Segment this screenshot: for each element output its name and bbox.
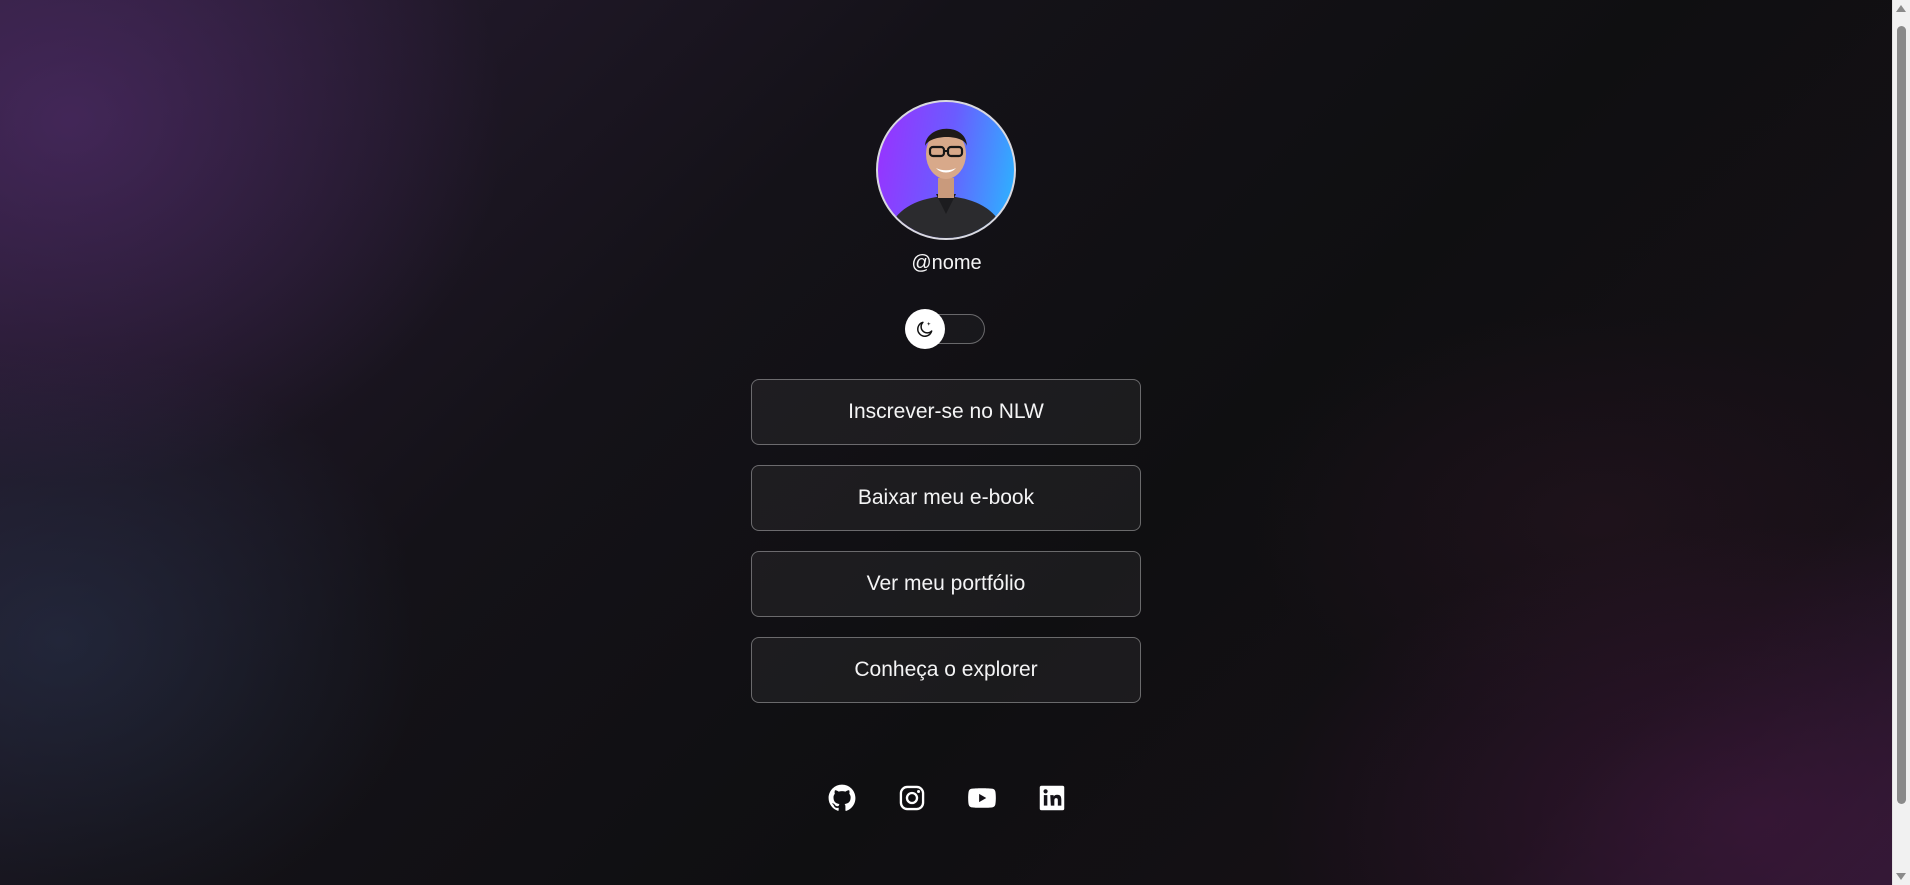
instagram-icon[interactable] <box>897 783 927 813</box>
person-photo-icon <box>886 128 1006 238</box>
link-button-ebook[interactable]: Baixar meu e-book <box>751 465 1141 531</box>
scroll-down-arrow-icon[interactable] <box>1896 873 1906 880</box>
scrollbar[interactable] <box>1892 0 1910 885</box>
switch-knob[interactable] <box>905 309 945 349</box>
social-links <box>0 783 1893 813</box>
moon-icon <box>917 321 933 337</box>
scroll-up-arrow-icon[interactable] <box>1896 5 1906 12</box>
linkedin-icon[interactable] <box>1037 783 1067 813</box>
github-icon[interactable] <box>827 783 857 813</box>
username: @nome <box>911 252 982 274</box>
avatar <box>876 100 1016 240</box>
youtube-icon[interactable] <box>967 783 997 813</box>
link-button-portfolio[interactable]: Ver meu portfólio <box>751 551 1141 617</box>
link-button-explorer[interactable]: Conheça o explorer <box>751 637 1141 703</box>
link-button-nlw[interactable]: Inscrever-se no NLW <box>751 379 1141 445</box>
links-list: Inscrever-se no NLW Baixar meu e-book Ve… <box>751 379 1141 723</box>
scroll-thumb[interactable] <box>1897 26 1906 804</box>
page-background: @nome Inscrever-se no NLW Baixar meu e-b… <box>0 0 1893 885</box>
theme-toggle-switch[interactable] <box>905 309 985 349</box>
